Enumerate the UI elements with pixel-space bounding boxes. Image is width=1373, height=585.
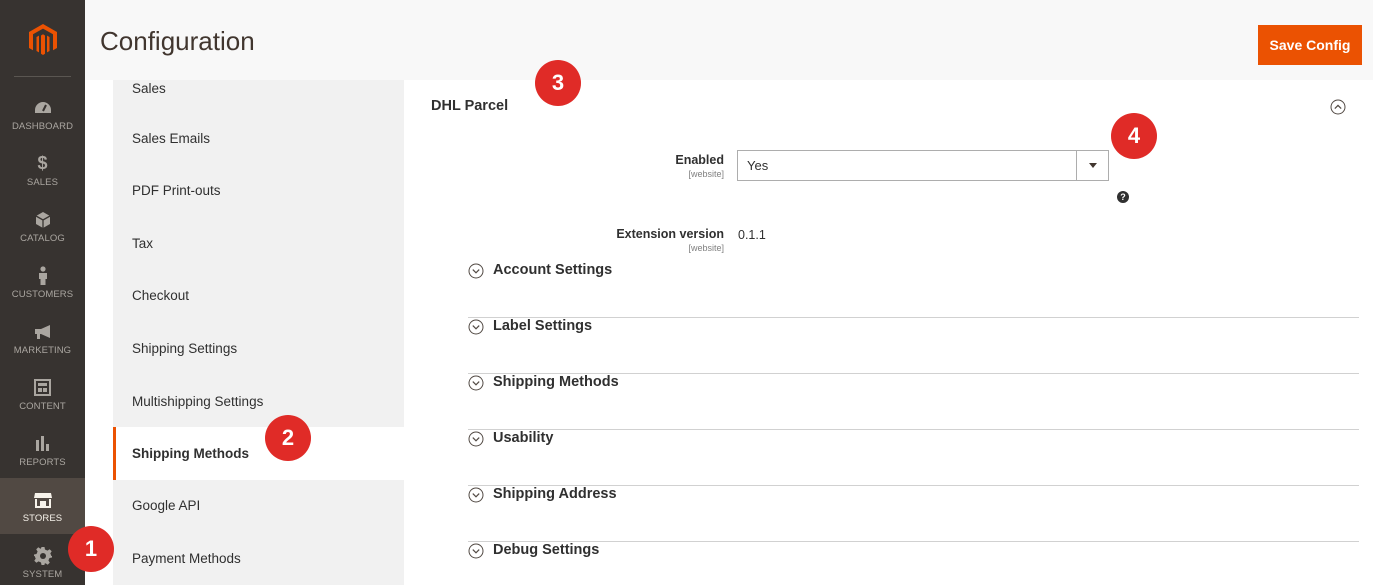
nav-item-dashboard[interactable]: DASHBOARD — [0, 86, 85, 142]
chevron-down-icon — [468, 431, 484, 447]
chevron-down-icon — [468, 487, 484, 503]
sidebar-item-sales[interactable]: Sales — [113, 62, 404, 115]
group-label: Shipping Methods — [493, 374, 619, 390]
person-icon — [37, 265, 49, 287]
nav-item-label: MARKETING — [13, 344, 72, 356]
nav-item-label: SALES — [26, 176, 59, 188]
nav-item-label: DASHBOARD — [11, 120, 74, 132]
page-title: Configuration — [100, 26, 255, 56]
caret-down-icon[interactable] — [1076, 151, 1108, 180]
section-title[interactable]: DHL Parcel — [431, 98, 508, 114]
nav-item-label: CATALOG — [20, 232, 65, 244]
sidebar-item-multishipping-settings[interactable]: Multishipping Settings — [113, 375, 404, 428]
sidebar-item-google-api[interactable]: Google API — [113, 479, 404, 532]
sidebar-item-payment-methods[interactable]: Payment Methods — [113, 532, 404, 585]
nav-item-content[interactable]: CONTENT — [0, 366, 85, 422]
nav-item-label: REPORTS — [19, 456, 66, 468]
megaphone-icon — [33, 321, 53, 343]
sidebar-item-shipping-methods[interactable]: Shipping Methods — [113, 427, 404, 480]
config-sidebar: Sales Sales Emails PDF Print-outs Tax Ch… — [113, 80, 404, 585]
step-marker-4: 4 — [1111, 113, 1157, 159]
group-usability[interactable]: Usability — [468, 430, 1359, 486]
nav-item-catalog[interactable]: CATALOG — [0, 198, 85, 254]
sidebar-item-tax[interactable]: Tax — [113, 217, 404, 270]
nav-item-sales[interactable]: $ SALES — [0, 142, 85, 198]
enabled-label: Enabled — [675, 153, 724, 167]
extension-version-scope: [website] — [688, 243, 724, 253]
admin-nav: DASHBOARD $ SALES CATALOG CUSTOMERS MARK… — [0, 0, 85, 585]
nav-item-label: SYSTEM — [22, 568, 63, 580]
enabled-select[interactable]: Yes — [737, 150, 1109, 181]
main-content: DHL Parcel Enabled [website] Yes ? Exten… — [404, 80, 1373, 585]
box-icon — [35, 209, 51, 231]
group-label: Shipping Address — [493, 486, 617, 502]
nav-item-label: STORES — [22, 512, 63, 524]
group-shipping-methods[interactable]: Shipping Methods — [468, 374, 1359, 430]
sidebar-item-checkout[interactable]: Checkout — [113, 269, 404, 322]
group-label: Account Settings — [493, 262, 613, 278]
save-config-button[interactable]: Save Config — [1258, 25, 1362, 65]
help-icon[interactable]: ? — [1117, 191, 1129, 203]
step-marker-3: 3 — [535, 60, 581, 106]
step-marker-1: 1 — [68, 526, 114, 572]
nav-item-stores[interactable]: STORES — [0, 478, 85, 534]
chevron-down-icon — [468, 375, 484, 391]
magento-logo-icon[interactable] — [0, 0, 85, 80]
bar-chart-icon — [35, 433, 51, 455]
chevron-down-icon — [468, 263, 484, 279]
chevron-up-icon[interactable] — [1330, 99, 1346, 115]
enabled-scope: [website] — [688, 169, 724, 179]
dashboard-icon — [34, 97, 52, 119]
group-debug-settings[interactable]: Debug Settings — [468, 542, 1359, 585]
nav-item-customers[interactable]: CUSTOMERS — [0, 254, 85, 310]
group-label: Label Settings — [493, 318, 593, 334]
chevron-down-icon — [468, 543, 484, 559]
storefront-icon — [33, 489, 53, 511]
sidebar-item-shipping-settings[interactable]: Shipping Settings — [113, 322, 404, 375]
extension-version-value: 0.1.1 — [738, 228, 766, 242]
extension-version-label: Extension version — [616, 227, 724, 241]
enabled-select-value: Yes — [747, 158, 769, 173]
group-label: Usability — [493, 430, 554, 446]
nav-item-marketing[interactable]: MARKETING — [0, 310, 85, 366]
step-marker-2: 2 — [265, 415, 311, 461]
nav-item-label: CONTENT — [19, 400, 66, 412]
nav-divider — [14, 76, 71, 77]
group-label: Debug Settings — [493, 542, 600, 558]
layout-icon — [34, 377, 51, 399]
dollar-icon: $ — [37, 153, 48, 173]
group-shipping-address[interactable]: Shipping Address — [468, 486, 1359, 542]
group-account-settings[interactable]: Account Settings — [468, 262, 1359, 318]
chevron-down-icon — [468, 319, 484, 335]
nav-item-label: CUSTOMERS — [11, 288, 74, 300]
sidebar-item-sales-emails[interactable]: Sales Emails — [113, 112, 404, 165]
sidebar-item-pdf-print-outs[interactable]: PDF Print-outs — [113, 164, 404, 217]
group-label-settings[interactable]: Label Settings — [468, 318, 1359, 374]
nav-item-reports[interactable]: REPORTS — [0, 422, 85, 478]
gear-icon — [33, 545, 52, 567]
